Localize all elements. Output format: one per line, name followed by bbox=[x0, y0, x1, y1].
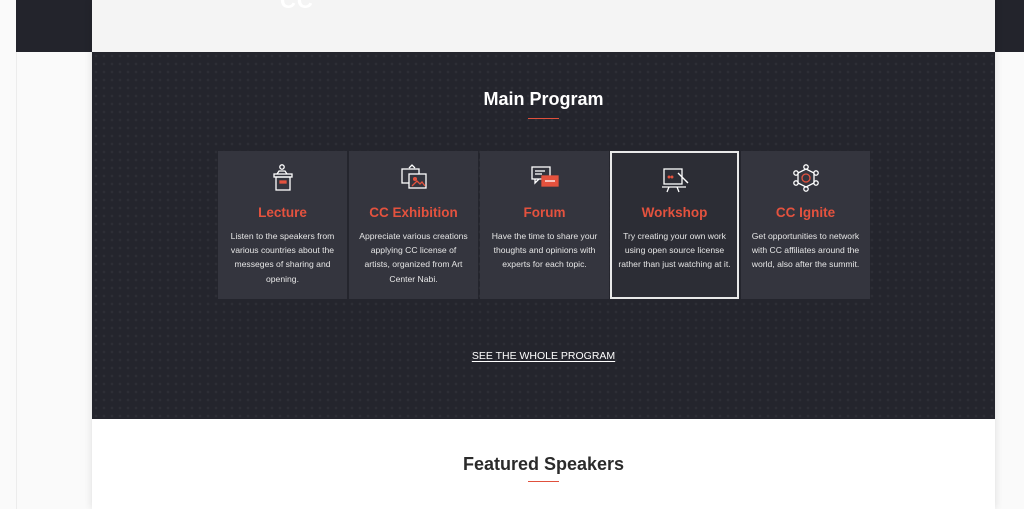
network-icon bbox=[791, 163, 821, 193]
exhibition-frames-icon bbox=[399, 163, 429, 193]
header-band: CC bbox=[92, 0, 995, 52]
page-edge-line bbox=[16, 52, 17, 509]
program-card-title: CC Ignite bbox=[775, 205, 836, 220]
program-card-title: Forum bbox=[523, 205, 566, 220]
program-card-description: Have the time to share your thoughts and… bbox=[491, 231, 598, 270]
featured-speakers-title: Featured Speakers bbox=[462, 454, 625, 474]
chat-bubbles-icon bbox=[530, 163, 560, 193]
page-background-dark-right bbox=[995, 0, 1024, 52]
program-card-forum[interactable]: Forum Have the time to share your though… bbox=[480, 151, 609, 299]
program-card-title: CC Exhibition bbox=[369, 205, 458, 220]
main-program-section: Main Program Lecture Listen to the speak… bbox=[92, 52, 995, 419]
program-card-lecture[interactable]: Lecture Listen to the speakers from vari… bbox=[218, 151, 347, 299]
program-card-description: Get opportunities to network with CC aff… bbox=[751, 231, 860, 270]
program-cards: Lecture Listen to the speakers from vari… bbox=[218, 151, 870, 299]
easel-brush-icon bbox=[660, 165, 690, 195]
see-whole-program-wrapper: SEE THE WHOLE PROGRAM bbox=[92, 346, 995, 364]
program-card-title: Workshop bbox=[641, 205, 708, 220]
content-container: CC Main Program Lecture Listen to the sp… bbox=[92, 0, 995, 509]
program-card-title: Lecture bbox=[258, 205, 307, 220]
main-program-title-underline bbox=[528, 118, 559, 119]
featured-speakers-title-underline bbox=[528, 481, 559, 482]
program-card-cc-ignite[interactable]: CC Ignite Get opportunities to network w… bbox=[741, 151, 870, 299]
program-card-description: Try creating your own work using open so… bbox=[618, 231, 731, 270]
see-whole-program-link[interactable]: SEE THE WHOLE PROGRAM bbox=[472, 350, 615, 362]
program-card-cc-exhibition[interactable]: CC Exhibition Appreciate various creatio… bbox=[349, 151, 478, 299]
header-logo-fragment[interactable]: CC bbox=[280, 0, 314, 14]
main-program-title: Main Program bbox=[483, 89, 604, 109]
page-background-dark-left bbox=[16, 0, 92, 52]
featured-speakers-section: Featured Speakers bbox=[92, 419, 995, 509]
program-card-description: Listen to the speakers from various coun… bbox=[230, 231, 335, 284]
program-card-workshop[interactable]: Workshop Try creating your own work usin… bbox=[610, 151, 739, 299]
podium-icon bbox=[268, 163, 298, 193]
program-card-description: Appreciate various creations applying CC… bbox=[359, 231, 468, 284]
